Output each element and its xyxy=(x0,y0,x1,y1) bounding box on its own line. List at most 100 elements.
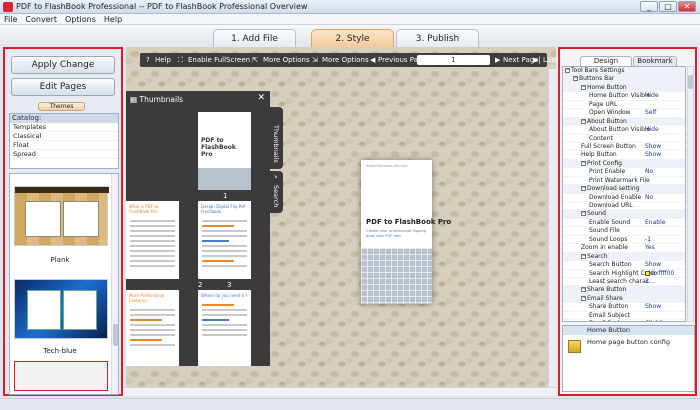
settings-row[interactable]: −Share Button xyxy=(563,286,685,295)
settings-row[interactable]: Sound Loops -1 xyxy=(563,236,685,245)
catalog-item-classical[interactable]: Classical xyxy=(10,132,118,141)
thumb-page-4[interactable]: More Professional Features xyxy=(126,290,179,366)
catalog-item-templates[interactable]: Templates xyxy=(10,123,118,132)
settings-row[interactable]: Sound File xyxy=(563,227,685,236)
settings-row-value[interactable]: No xyxy=(645,168,653,176)
settings-row[interactable]: About Button Visible Hide xyxy=(563,126,685,135)
settings-row[interactable]: −Search xyxy=(563,252,685,262)
theme-next-preview[interactable] xyxy=(14,361,108,391)
collapse-icon[interactable]: − xyxy=(581,287,586,293)
last-page-icon[interactable]: ▶| xyxy=(533,53,541,67)
settings-row[interactable]: Least search charac... 3 xyxy=(563,278,685,287)
settings-row-value[interactable]: Show xyxy=(645,303,661,311)
settings-row[interactable]: Content xyxy=(563,135,685,143)
menu-options[interactable]: Options xyxy=(61,14,100,25)
settings-row[interactable]: Email Subject xyxy=(563,312,685,321)
settings-row[interactable]: Print Enable No xyxy=(563,168,685,177)
color-swatch[interactable] xyxy=(645,270,650,276)
theme-tech-blue-preview[interactable] xyxy=(14,279,108,339)
maximize-button[interactable]: □ xyxy=(659,1,677,12)
settings-row[interactable]: −About Button xyxy=(563,117,685,127)
collapse-icon[interactable]: − xyxy=(581,295,586,301)
settings-row-value[interactable]: {link} xyxy=(645,320,663,321)
toolbar-more-options-1[interactable]: More Options xyxy=(263,53,310,67)
step-add-file[interactable]: 1. Add File xyxy=(213,29,296,48)
collapse-icon[interactable]: − xyxy=(581,118,586,124)
settings-row[interactable]: Home Button Visible Hide xyxy=(563,92,685,101)
thumb-page-cover[interactable]: PDF to FlashBook Pro xyxy=(198,112,251,190)
fullscreen-icon[interactable]: ⛶ xyxy=(178,53,183,67)
settings-row[interactable]: Print Watermark File xyxy=(563,177,685,186)
settings-row[interactable]: −Download setting xyxy=(563,185,685,194)
settings-row[interactable]: Share Button Show xyxy=(563,303,685,312)
edit-pages-button[interactable]: Edit Pages xyxy=(11,78,115,96)
collapse-icon[interactable]: − xyxy=(573,76,578,82)
settings-row-value[interactable]: No xyxy=(645,194,653,202)
settings-row[interactable]: −Print Config xyxy=(563,159,685,169)
step-style[interactable]: 2. Style xyxy=(311,29,394,48)
close-button[interactable]: ✕ xyxy=(678,1,696,12)
themes-tab[interactable]: Themes xyxy=(38,102,85,111)
settings-row-value[interactable]: Self xyxy=(645,109,656,117)
step-publish[interactable]: 3. Publish xyxy=(396,29,479,48)
settings-row-value[interactable]: -1 xyxy=(645,236,651,244)
settings-row-value[interactable]: Show xyxy=(645,261,661,269)
settings-row[interactable]: Full Screen Button Show xyxy=(563,143,685,152)
settings-row-value[interactable]: Show xyxy=(645,143,661,151)
tab-design-setting[interactable]: Design Setting xyxy=(580,56,632,74)
previous-page-icon[interactable]: ◀ xyxy=(370,53,375,67)
collapse-icon[interactable]: − xyxy=(565,68,570,73)
page-number-input[interactable]: 1 xyxy=(417,55,490,65)
settings-row[interactable]: Page URL xyxy=(563,101,685,110)
settings-row[interactable]: Enable Sound Enable xyxy=(563,219,685,228)
settings-row[interactable]: Search Highlight Color 0xffff00 xyxy=(563,270,685,278)
toolbar-help[interactable]: Help xyxy=(155,53,171,67)
settings-row[interactable]: −Home Button xyxy=(563,83,685,93)
collapse-icon[interactable]: − xyxy=(581,160,586,166)
minimize-button[interactable]: _ xyxy=(640,1,658,12)
collapse-icon[interactable]: − xyxy=(581,253,586,259)
thumb-page-5[interactable]: Where do you need it ? xyxy=(198,290,251,366)
flipbook-cover[interactable]: www.flashbook-pro.com PDF to FlashBook P… xyxy=(361,160,451,304)
more-options-icon[interactable]: ⇱ xyxy=(252,53,258,67)
collapse-icon[interactable]: − xyxy=(581,84,586,90)
settings-row-value[interactable]: 3 xyxy=(645,278,649,286)
settings-row-value[interactable]: Enable xyxy=(645,219,665,227)
settings-row[interactable]: Help Button Show xyxy=(563,151,685,160)
settings-row[interactable]: Download Enable No xyxy=(563,194,685,202)
apply-change-button[interactable]: Apply Change xyxy=(11,56,115,74)
settings-row[interactable]: −Sound xyxy=(563,210,685,219)
catalog-item-float[interactable]: Float xyxy=(10,141,118,150)
tab-bookmark[interactable]: Bookmark xyxy=(633,56,677,66)
settings-row[interactable]: Zoom in enable Yes xyxy=(563,244,685,253)
theme-plank-preview[interactable] xyxy=(14,186,109,246)
settings-grid-scrollbar[interactable] xyxy=(687,66,694,322)
settings-row-value[interactable]: 0xffff00 xyxy=(645,270,674,278)
settings-row[interactable]: Email Body {link} xyxy=(563,320,685,321)
stage-horizontal-scrollbar[interactable] xyxy=(123,387,556,396)
next-page-icon[interactable]: ▶ xyxy=(495,53,500,67)
settings-row[interactable]: Open Window Self xyxy=(563,109,685,118)
theme-list-scrollbar[interactable] xyxy=(111,174,118,394)
settings-row-value[interactable]: Show xyxy=(645,151,661,159)
settings-row[interactable]: −Buttons Bar xyxy=(563,75,685,84)
thumb-page-3[interactable]: Design Digital Flip Pdf Flashbook xyxy=(198,201,251,279)
settings-row[interactable]: Search Button Show xyxy=(563,261,685,270)
menu-file[interactable]: File xyxy=(0,14,21,25)
search-side-tab[interactable]: ⌕ Search xyxy=(270,171,283,213)
toolbar-last[interactable]: Last xyxy=(543,53,558,67)
settings-row-value[interactable]: Yes xyxy=(645,244,655,252)
settings-row[interactable]: Download URL xyxy=(563,202,685,211)
catalog-item-spread[interactable]: Spread xyxy=(10,150,118,159)
collapse-icon[interactable]: − xyxy=(581,186,586,192)
settings-row-value[interactable]: Hide xyxy=(645,126,659,134)
more-options-icon-2[interactable]: ⇲ xyxy=(312,53,318,67)
menu-convert[interactable]: Convert xyxy=(21,14,61,25)
toolbar-fullscreen[interactable]: Enable FullScreen xyxy=(188,53,250,67)
help-icon[interactable]: ? xyxy=(146,53,150,67)
settings-row[interactable]: −Email Share xyxy=(563,294,685,304)
settings-row-value[interactable]: Hide xyxy=(645,92,659,100)
collapse-icon[interactable]: − xyxy=(581,211,586,217)
settings-row[interactable]: −Tool Bars Settings xyxy=(563,67,685,76)
menu-help[interactable]: Help xyxy=(100,14,126,25)
